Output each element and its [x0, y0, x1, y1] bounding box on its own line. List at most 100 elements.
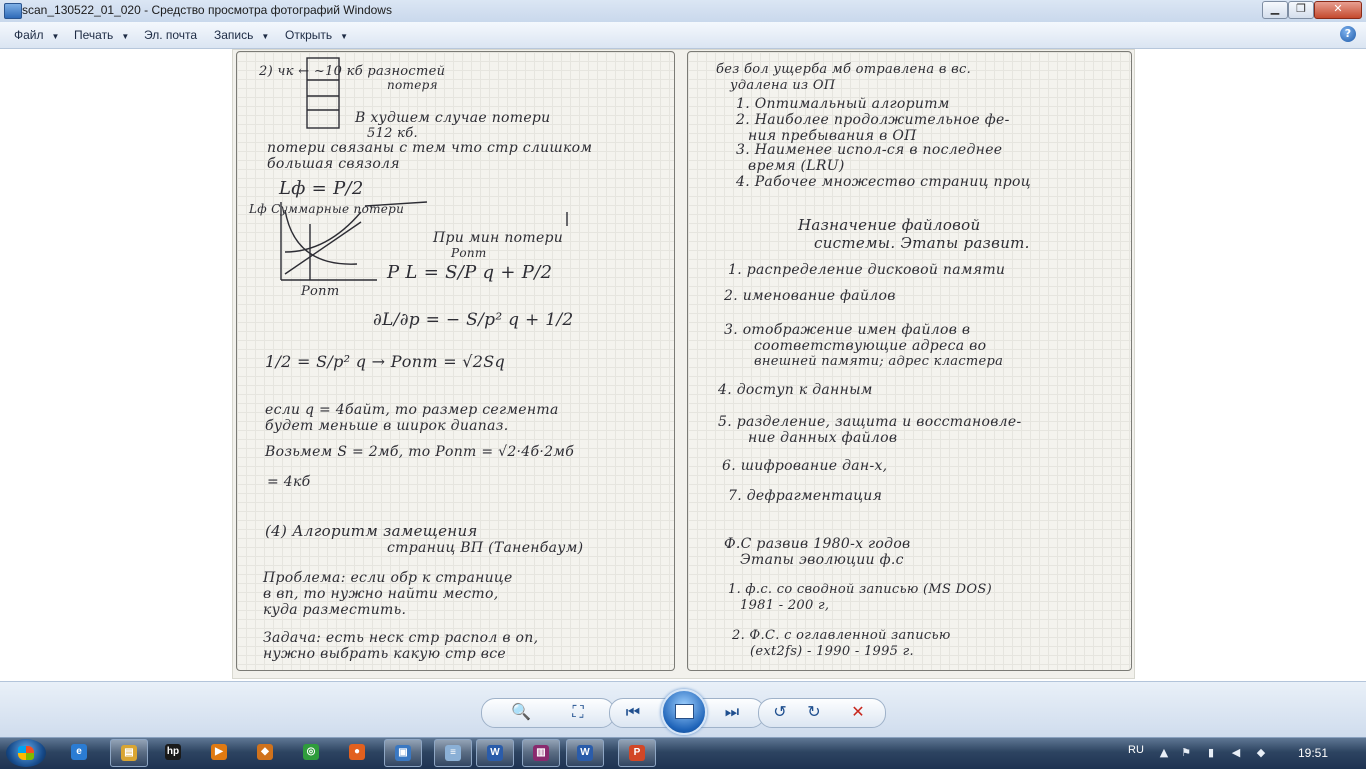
taskbar-hp-button[interactable]: hp [158, 739, 188, 765]
powerpoint-icon: P [629, 745, 645, 761]
left-note-line: ∂L/∂p = − S/p² q + 1/2 [373, 310, 574, 330]
close-button[interactable]: ✕ [1314, 1, 1362, 19]
notepad-icon: ≡ [445, 745, 461, 761]
dropbox-icon[interactable]: ◆ [1255, 747, 1267, 759]
chrome-icon: ◎ [303, 744, 319, 760]
right-note-line: 2. именование файлов [724, 288, 896, 304]
chevron-down-icon: ▼ [121, 32, 130, 41]
taskbar-ie-button[interactable]: e [64, 739, 94, 765]
media-player-icon: ▶ [211, 744, 227, 760]
slideshow-button[interactable] [661, 689, 707, 735]
taskbar-media-player-button[interactable]: ▶ [204, 739, 234, 765]
right-note-line: 7. дефрагментация [728, 488, 883, 504]
volume-icon[interactable]: ◀ [1230, 747, 1242, 759]
taskbar-photo-viewer-button[interactable]: ▣ [384, 739, 422, 767]
menu-bar: Файл ▼ Печать ▼ Эл. почта Запись ▼ Открыть ▼… [0, 22, 1366, 49]
left-note-line: Ропт [451, 246, 487, 260]
right-note-line: 1. распределение дисковой памяти [728, 262, 1006, 278]
title-bar: scan_130522_01_020 - Средство просмотра … [0, 0, 1366, 23]
left-note-line: Задача: есть неск стр распол в оп, [263, 630, 539, 646]
clock[interactable]: 19:51 [1298, 746, 1328, 760]
maximize-button[interactable]: ❐ [1288, 1, 1314, 19]
right-note-line: 3. отображение имен файлов в [724, 322, 971, 338]
start-button[interactable] [6, 739, 46, 767]
firefox-icon: ● [349, 744, 365, 760]
rotate-right-icon[interactable]: ↻ [803, 702, 825, 722]
window-title: scan_130522_01_020 - Средство просмотра … [22, 3, 392, 17]
right-note-line: 6. шифрование дан-х, [722, 458, 888, 474]
hp-icon: hp [165, 744, 181, 760]
ie-icon: e [71, 744, 87, 760]
right-note-line: соответствующие адреса во [754, 338, 987, 354]
right-note-line: 2. Ф.С. с оглавленной записью [732, 628, 951, 643]
right-note-line: 1981 - 200 г, [740, 598, 830, 613]
menu-burn[interactable]: Запись ▼ [214, 28, 269, 42]
taskbar-firefox-button[interactable]: ● [342, 739, 372, 765]
minimize-button[interactable]: ▁ [1262, 1, 1288, 19]
left-note-line: в вп, то нужно найти место, [263, 586, 499, 602]
previous-icon[interactable]: ⏮ [622, 702, 644, 722]
right-note-line: ние данных файлов [748, 430, 898, 446]
left-note-line: большая связоля [267, 156, 400, 172]
notebook-page-left: 2) чк ← ~10 кб разностей потеря В худшем … [236, 51, 675, 671]
flashget-icon: ◆ [257, 744, 273, 760]
explorer-icon: ▤ [121, 745, 137, 761]
zoom-icon[interactable]: 🔍 [510, 702, 532, 722]
right-note-line: 2. Наиболее продолжительное фе- [736, 112, 1010, 128]
left-note-line: Lф = P/2 [279, 178, 364, 199]
right-note-line: 4. Рабочее множество страниц проц [736, 174, 1031, 190]
show-hidden-icons-icon[interactable]: ▲ [1158, 747, 1170, 759]
chevron-down-icon: ▼ [340, 32, 349, 41]
right-note-line: Этапы эволюции ф.с [740, 552, 904, 568]
left-note-line: При мин потери [433, 230, 564, 246]
zoom-group [481, 698, 615, 728]
word-icon: W [487, 745, 503, 761]
right-note-line: 3. Наименее испол-ся в последнее [736, 142, 1003, 158]
right-note-line: без бол ущерба мб отравлена в вс. [716, 62, 972, 77]
right-note-line: Назначение файловой [798, 216, 981, 234]
left-note-line: В худшем случае потери [355, 110, 551, 126]
image-viewport[interactable]: 2) чк ← ~10 кб разностей потеря В худшем … [0, 49, 1366, 681]
menu-email[interactable]: Эл. почта [144, 28, 197, 42]
menu-file[interactable]: Файл ▼ [14, 28, 59, 42]
left-note-line: 512 кб. [367, 126, 418, 141]
menu-file-label: Файл [14, 28, 44, 42]
fit-window-icon[interactable]: ⛶ [567, 702, 589, 722]
taskbar-winrar-button[interactable]: ▥ [522, 739, 560, 767]
menu-email-label: Эл. почта [144, 28, 198, 42]
right-note-line: 4. доступ к данным [718, 382, 873, 398]
right-note-line: Ф.С развив 1980-х годов [724, 536, 911, 552]
menu-burn-label: Запись [214, 28, 254, 42]
next-icon[interactable]: ⏭ [721, 702, 743, 722]
word-2-icon: W [577, 745, 593, 761]
left-note-line: потери связаны с тем что стр слишком [267, 140, 593, 156]
right-note-line: системы. Этапы развит. [814, 234, 1030, 252]
right-note-line: 5. разделение, защита и восстановле- [718, 414, 1022, 430]
taskbar-explorer-button[interactable]: ▤ [110, 739, 148, 767]
help-icon[interactable]: ? [1340, 26, 1356, 42]
action-center-icon[interactable]: ⚑ [1180, 747, 1192, 759]
left-note-line: Проблема: если обр к странице [263, 570, 513, 586]
left-note-line: Lф Суммарные потери [249, 202, 405, 216]
taskbar-flashget-button[interactable]: ◆ [250, 739, 280, 765]
taskbar-word-button[interactable]: W [476, 739, 514, 767]
left-note-line: нужно выбрать какую стр все [263, 646, 506, 662]
menu-print[interactable]: Печать ▼ [74, 28, 129, 42]
network-icon[interactable]: ▮ [1205, 747, 1217, 759]
left-note-line: P L = S/P q + P/2 [387, 262, 553, 283]
taskbar-powerpoint-button[interactable]: P [618, 739, 656, 767]
slideshow-icon [675, 704, 694, 719]
menu-open[interactable]: Открыть ▼ [285, 28, 348, 42]
taskbar-notepad-button[interactable]: ≡ [434, 739, 472, 767]
taskbar-chrome-button[interactable]: ◎ [296, 739, 326, 765]
left-note-line: будет меньше в широк диапаз. [265, 418, 509, 434]
rotate-left-icon[interactable]: ↺ [769, 702, 791, 722]
left-note-line: потеря [387, 78, 438, 92]
delete-icon[interactable]: ✕ [847, 702, 869, 722]
taskbar-word-2-button[interactable]: W [566, 739, 604, 767]
menu-open-label: Открыть [285, 28, 333, 42]
photo-viewer-icon [4, 3, 22, 19]
left-note-line: куда разместить. [263, 602, 407, 618]
language-indicator[interactable]: RU [1128, 744, 1144, 756]
right-note-line: (ext2fs) - 1990 - 1995 г. [750, 644, 914, 659]
